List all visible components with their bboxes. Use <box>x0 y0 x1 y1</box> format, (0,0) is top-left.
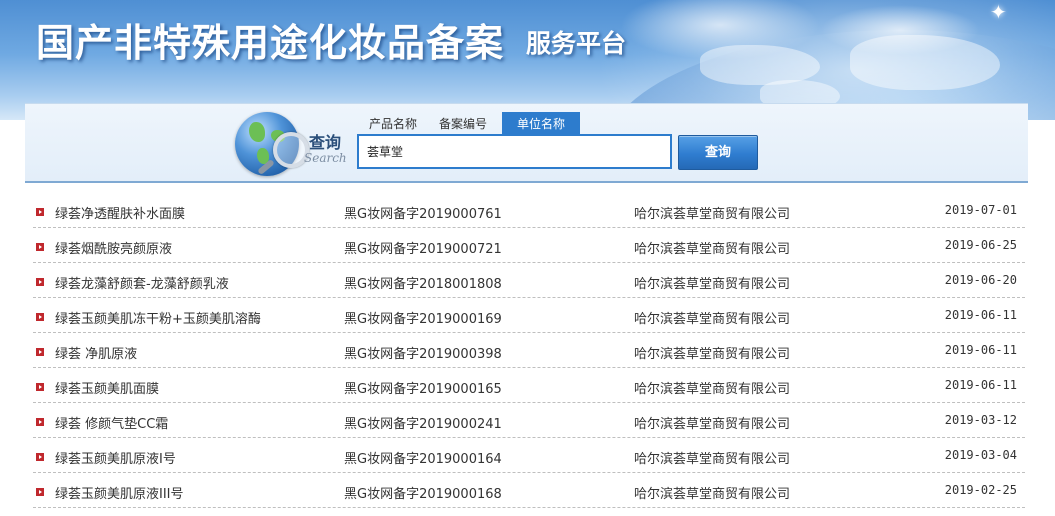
tab-product-name[interactable]: 产品名称 <box>358 112 428 134</box>
company-name: 哈尔滨荟草堂商贸有限公司 <box>634 277 791 292</box>
company-name: 哈尔滨荟草堂商贸有限公司 <box>634 207 791 222</box>
search-label-en: Search <box>304 151 347 165</box>
product-name-link[interactable]: 绿荟玉颜美肌面膜 <box>55 378 159 397</box>
cloud <box>820 5 980 55</box>
record-date: 2019-06-20 <box>944 273 1017 287</box>
tab-record-number[interactable]: 备案编号 <box>428 112 498 134</box>
list-item[interactable]: 绿荟玉颜美肌原液III号 黑G妆网备字2019000168 哈尔滨荟草堂商贸有限… <box>33 473 1025 508</box>
record-date: 2019-06-25 <box>944 238 1017 252</box>
list-item[interactable]: 绿荟玉颜美肌冻干粉+玉颜美肌溶酶 黑G妆网备字2019000169 哈尔滨荟草堂… <box>33 298 1025 333</box>
page-subtitle: 服务平台 <box>526 29 627 58</box>
search-input[interactable] <box>357 134 672 169</box>
list-item[interactable]: 绿荟龙藻舒颜套-龙藻舒颜乳液 黑G妆网备字2018001808 哈尔滨荟草堂商贸… <box>33 263 1025 298</box>
record-number: 黑G妆网备字2019000164 <box>344 452 502 467</box>
arrow-bullet-icon <box>36 488 44 496</box>
product-name-link[interactable]: 绿荟玉颜美肌原液III号 <box>55 483 184 502</box>
record-number: 黑G妆网备字2019000168 <box>344 487 502 502</box>
search-tabs: 产品名称 备案编号 单位名称 <box>358 112 581 134</box>
results-list: 绿荟净透醒肤补水面膜 黑G妆网备字2019000761 哈尔滨荟草堂商贸有限公司… <box>33 193 1025 508</box>
arrow-bullet-icon <box>36 453 44 461</box>
sparkle-icon: ✦ <box>990 0 1007 24</box>
product-name-link[interactable]: 绿荟玉颜美肌冻干粉+玉颜美肌溶酶 <box>55 308 261 327</box>
record-date: 2019-02-25 <box>944 483 1017 497</box>
product-name-link[interactable]: 绿荟玉颜美肌原液I号 <box>55 448 176 467</box>
company-name: 哈尔滨荟草堂商贸有限公司 <box>634 312 791 327</box>
company-name: 哈尔滨荟草堂商贸有限公司 <box>634 487 791 502</box>
list-item[interactable]: 绿荟玉颜美肌面膜 黑G妆网备字2019000165 哈尔滨荟草堂商贸有限公司 2… <box>33 368 1025 403</box>
company-name: 哈尔滨荟草堂商贸有限公司 <box>634 452 791 467</box>
record-date: 2019-07-01 <box>944 203 1017 217</box>
record-date: 2019-03-12 <box>944 413 1017 427</box>
record-date: 2019-06-11 <box>944 378 1017 392</box>
search-panel: 查询 Search 产品名称 备案编号 单位名称 查询 <box>25 103 1028 183</box>
record-number: 黑G妆网备字2019000721 <box>344 242 502 257</box>
tab-company-name[interactable]: 单位名称 <box>502 112 581 134</box>
arrow-bullet-icon <box>36 383 44 391</box>
arrow-bullet-icon <box>36 418 44 426</box>
header-banner: ✦ 国产非特殊用途化妆品备案 服务平台 <box>0 0 1055 120</box>
list-item[interactable]: 绿荟 修颜气垫CC霜 黑G妆网备字2019000241 哈尔滨荟草堂商贸有限公司… <box>33 403 1025 438</box>
list-item[interactable]: 绿荟烟酰胺亮颜原液 黑G妆网备字2019000721 哈尔滨荟草堂商贸有限公司 … <box>33 228 1025 263</box>
search-label: 查询 <box>309 133 342 152</box>
record-number: 黑G妆网备字2019000165 <box>344 382 502 397</box>
record-date: 2019-03-04 <box>944 448 1017 462</box>
arrow-bullet-icon <box>36 208 44 216</box>
record-number: 黑G妆网备字2019000761 <box>344 207 502 222</box>
list-item[interactable]: 绿荟玉颜美肌原液I号 黑G妆网备字2019000164 哈尔滨荟草堂商贸有限公司… <box>33 438 1025 473</box>
product-name-link[interactable]: 绿荟 修颜气垫CC霜 <box>55 413 168 432</box>
company-name: 哈尔滨荟草堂商贸有限公司 <box>634 347 791 362</box>
list-item[interactable]: 绿荟 净肌原液 黑G妆网备字2019000398 哈尔滨荟草堂商贸有限公司 20… <box>33 333 1025 368</box>
arrow-bullet-icon <box>36 313 44 321</box>
list-item[interactable]: 绿荟净透醒肤补水面膜 黑G妆网备字2019000761 哈尔滨荟草堂商贸有限公司… <box>33 193 1025 228</box>
page-title: 国产非特殊用途化妆品备案 <box>36 20 505 65</box>
company-name: 哈尔滨荟草堂商贸有限公司 <box>634 242 791 257</box>
record-number: 黑G妆网备字2019000241 <box>344 417 502 432</box>
arrow-bullet-icon <box>36 278 44 286</box>
product-name-link[interactable]: 绿荟 净肌原液 <box>55 343 137 362</box>
record-number: 黑G妆网备字2018001808 <box>344 277 502 292</box>
arrow-bullet-icon <box>36 348 44 356</box>
record-date: 2019-06-11 <box>944 308 1017 322</box>
arrow-bullet-icon <box>36 243 44 251</box>
company-name: 哈尔滨荟草堂商贸有限公司 <box>634 417 791 432</box>
product-name-link[interactable]: 绿荟净透醒肤补水面膜 <box>55 203 185 222</box>
record-date: 2019-06-11 <box>944 343 1017 357</box>
search-button[interactable]: 查询 <box>678 135 758 170</box>
product-name-link[interactable]: 绿荟烟酰胺亮颜原液 <box>55 238 172 257</box>
record-number: 黑G妆网备字2019000169 <box>344 312 502 327</box>
company-name: 哈尔滨荟草堂商贸有限公司 <box>634 382 791 397</box>
product-name-link[interactable]: 绿荟龙藻舒颜套-龙藻舒颜乳液 <box>55 273 229 292</box>
record-number: 黑G妆网备字2019000398 <box>344 347 502 362</box>
